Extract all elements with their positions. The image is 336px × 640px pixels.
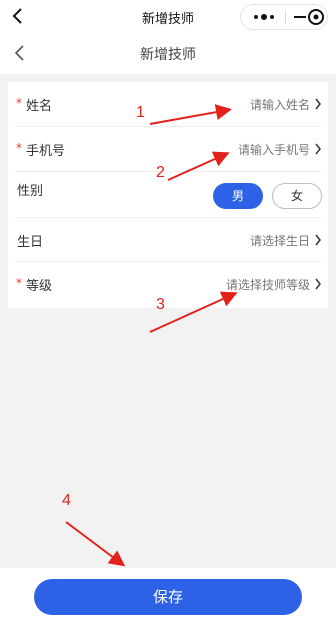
save-button[interactable]: 保存: [34, 579, 302, 615]
annotation-label-2: 2: [156, 164, 165, 181]
annotation-arrows: [65, 104, 238, 567]
arrow-4: [65, 521, 126, 567]
annotation-label-3: 3: [156, 296, 165, 313]
bottom-action-bar: 保存: [0, 568, 336, 640]
arrow-2: [167, 151, 230, 181]
annotation-label-1: 1: [136, 104, 145, 121]
arrow-1: [149, 104, 232, 125]
annotation-label-4: 4: [62, 492, 71, 509]
